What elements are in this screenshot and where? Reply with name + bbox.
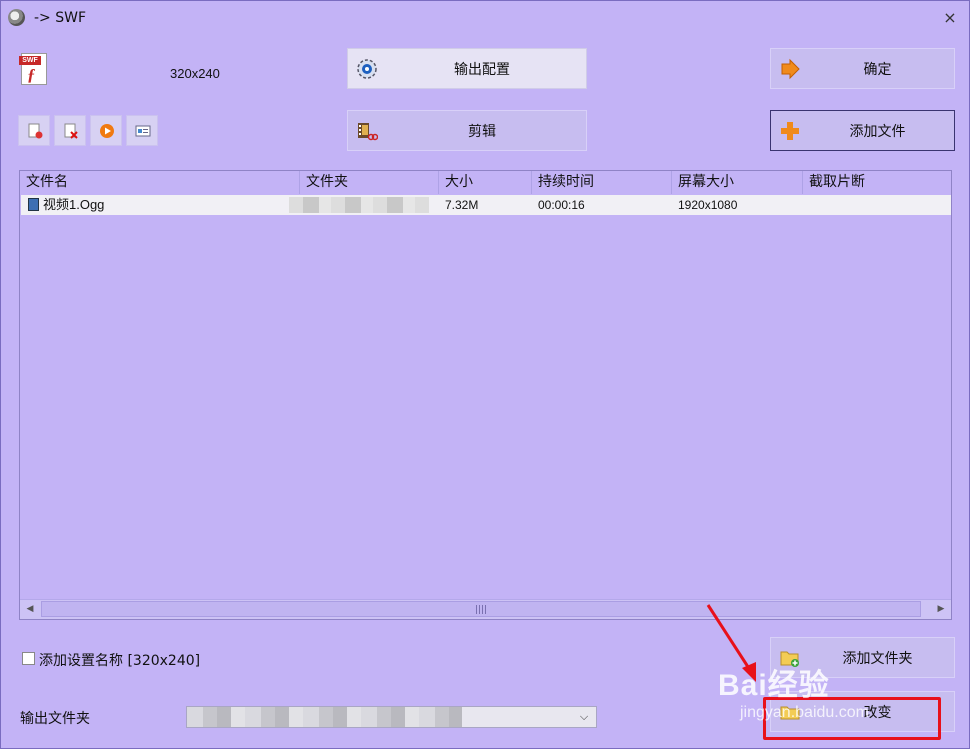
new-doc-icon — [27, 123, 43, 139]
cell-size: 7.32M — [445, 198, 479, 212]
cell-file-name: 视频1.Ogg — [43, 197, 105, 212]
col-folder[interactable]: 文件夹 — [300, 171, 439, 194]
info-button[interactable] — [126, 115, 158, 146]
folder-redacted — [289, 197, 429, 213]
new-file-button[interactable] — [18, 115, 50, 146]
ok-button[interactable]: 确定 — [770, 48, 955, 89]
play-button[interactable] — [90, 115, 122, 146]
info-icon — [135, 123, 151, 139]
output-config-button[interactable]: 输出配置 — [347, 48, 587, 89]
col-size[interactable]: 大小 — [439, 171, 532, 194]
edit-button[interactable]: 剪辑 — [347, 110, 587, 151]
swf-tag: SWF — [19, 56, 41, 65]
baidu-watermark-logo: Bai经验 — [718, 669, 830, 702]
output-folder-select[interactable]: ⌵ — [186, 706, 597, 728]
remove-icon — [63, 123, 79, 139]
output-config-label: 输出配置 — [454, 61, 510, 78]
add-file-button[interactable]: 添加文件 — [770, 110, 955, 151]
arrow-right-icon — [779, 58, 801, 80]
scroll-right-icon[interactable]: ▶ — [931, 600, 951, 619]
add-file-label: 添加文件 — [849, 123, 906, 140]
video-file-icon — [28, 198, 39, 211]
col-clip[interactable]: 截取片断 — [803, 171, 951, 194]
col-duration[interactable]: 持续时间 — [532, 171, 672, 194]
col-screen-size[interactable]: 屏幕大小 — [672, 171, 803, 194]
edit-label: 剪辑 — [468, 123, 496, 140]
swf-file-icon: SWF ƒ — [19, 53, 47, 85]
list-header: 文件名 文件夹 大小 持续时间 屏幕大小 截取片断 — [20, 171, 951, 195]
ok-label: 确定 — [863, 61, 892, 78]
window-title: -> SWF — [34, 10, 87, 26]
plus-icon — [779, 120, 801, 142]
cell-duration: 00:00:16 — [538, 198, 585, 212]
add-setting-name-checkbox[interactable] — [22, 652, 35, 665]
resolution-label: 320x240 — [170, 66, 220, 81]
film-scissors-icon — [356, 120, 379, 142]
baidu-watermark-url: jingyan.baidu.com — [740, 704, 869, 721]
cell-screen-size: 1920x1080 — [678, 198, 738, 212]
add-setting-name-label: 添加设置名称 [320x240] — [39, 653, 201, 669]
output-path-redacted — [187, 707, 462, 727]
file-list[interactable]: 文件名 文件夹 大小 持续时间 屏幕大小 截取片断 视频1.Ogg 7.32M … — [19, 170, 952, 620]
output-folder-label: 输出文件夹 — [20, 711, 90, 727]
scroll-thumb[interactable] — [41, 601, 921, 617]
play-icon — [99, 123, 115, 139]
chevron-down-icon[interactable]: ⌵ — [576, 708, 592, 726]
app-icon — [8, 9, 25, 26]
gear-icon — [356, 58, 378, 80]
close-icon[interactable]: × — [940, 8, 960, 28]
scroll-left-icon[interactable]: ◀ — [20, 600, 40, 619]
col-file-name[interactable]: 文件名 — [20, 171, 300, 194]
remove-file-button[interactable] — [54, 115, 86, 146]
horizontal-scrollbar[interactable]: ◀ ▶ — [20, 599, 951, 619]
table-row[interactable]: 视频1.Ogg 7.32M 00:00:16 1920x1080 — [21, 195, 951, 215]
